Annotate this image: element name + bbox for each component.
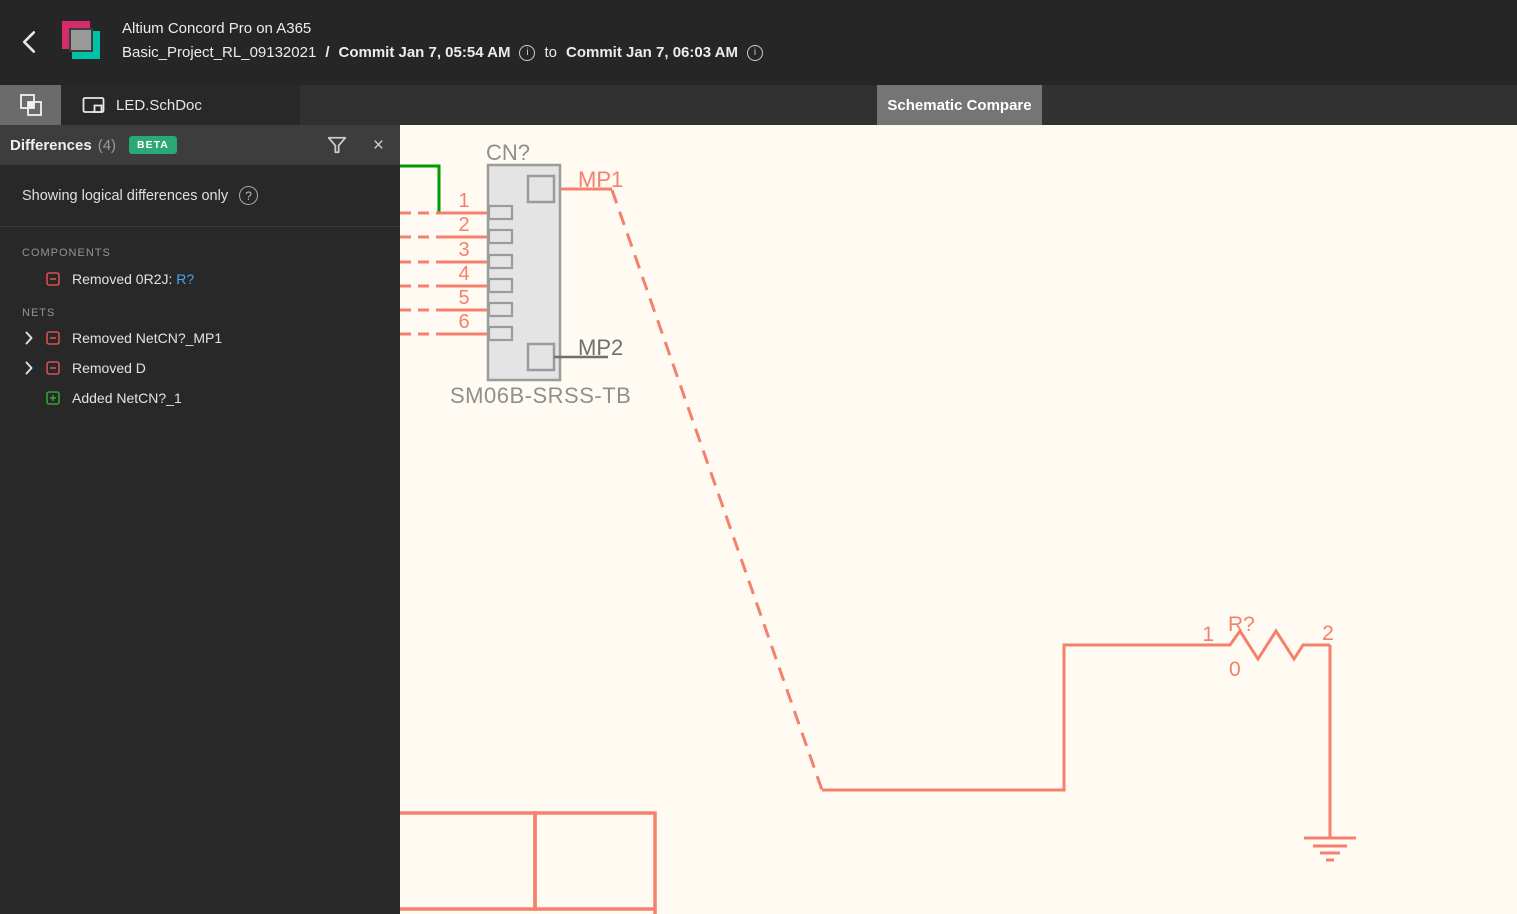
mp1-pad — [526, 174, 556, 204]
svg-text:1: 1 — [458, 190, 469, 212]
removed-icon — [46, 331, 60, 345]
differences-panel-header: Differences (4) BETA × — [0, 125, 400, 165]
beta-badge: BETA — [129, 136, 177, 154]
to-label: to — [544, 44, 557, 61]
diff-row-label: Removed 0R2J: R? — [72, 271, 195, 287]
mp1-label: MP1 — [578, 167, 623, 192]
connector-part-number: SM06B-SRSS-TB — [450, 383, 631, 408]
panel-title: Differences — [10, 136, 92, 154]
commit-to[interactable]: Commit Jan 7, 06:03 AM — [566, 44, 738, 61]
differences-panel: Differences (4) BETA × Showing logical d… — [0, 125, 400, 914]
svg-text:6: 6 — [458, 311, 469, 333]
diff-row-added-net[interactable]: Added NetCN?_1 — [0, 387, 400, 409]
mp2-pad — [526, 342, 556, 372]
removed-icon — [46, 361, 60, 375]
close-panel-button[interactable]: × — [373, 136, 384, 155]
diff-row-label: Removed D — [72, 360, 146, 376]
project-name[interactable]: Basic_Project_RL_09132021 — [122, 44, 316, 61]
top-header: Altium Concord Pro on A365 Basic_Project… — [0, 0, 1517, 85]
schematic-compare-window: CN? SM06B-SRSS-TB MP1 MP2 1 2 3 4 5 6 R?… — [0, 0, 1517, 914]
resistor-pin2-number: 2 — [1322, 622, 1334, 645]
svg-text:3: 3 — [458, 239, 469, 261]
schematic-compare-badge: Schematic Compare — [877, 85, 1042, 125]
resistor-value: 0 — [1229, 658, 1241, 681]
resistor-pin1-number: 1 — [1202, 623, 1214, 646]
connector-designator: CN? — [486, 140, 530, 165]
commit-to-info-icon[interactable]: i — [747, 44, 763, 61]
diff-row-removed-net-d[interactable]: Removed D — [0, 357, 400, 379]
components-section-header: COMPONENTS — [22, 247, 111, 259]
differences-count: (4) — [97, 136, 117, 154]
help-icon[interactable]: ? — [239, 186, 259, 205]
tab-led-schdoc[interactable]: LED.SchDoc — [61, 85, 300, 125]
mp2-label: MP2 — [578, 335, 623, 360]
filter-icon[interactable] — [327, 136, 347, 154]
commit-from-info-icon[interactable]: i — [519, 44, 536, 61]
schematic-doc-icon — [82, 96, 105, 113]
nets-section-header: NETS — [22, 307, 56, 319]
filter-status-text: Showing logical differences only — [22, 187, 229, 204]
expand-chevron-icon[interactable] — [22, 331, 36, 345]
logo-gray-square — [69, 28, 93, 52]
component-link[interactable]: R? — [176, 271, 194, 287]
diff-row-label: Removed NetCN?_MP1 — [72, 330, 223, 346]
svg-text:5: 5 — [458, 287, 469, 309]
diff-row-removed-component[interactable]: Removed 0R2J: R? — [0, 268, 400, 290]
compare-view-tab[interactable] — [0, 85, 61, 125]
commit-from[interactable]: Commit Jan 7, 05:54 AM — [338, 44, 510, 61]
diff-row-removed-net-mp1[interactable]: Removed NetCN?_MP1 — [0, 327, 400, 349]
svg-text:2: 2 — [458, 214, 469, 236]
altium-365-logo-icon — [62, 20, 104, 64]
expand-chevron-icon[interactable] — [22, 361, 36, 375]
added-icon — [46, 391, 60, 405]
app-title: Altium Concord Pro on A365 — [122, 20, 312, 37]
overlay-squares-icon — [19, 94, 42, 116]
removed-icon — [46, 272, 60, 286]
resistor-designator: R? — [1228, 613, 1255, 636]
diff-row-label: Added NetCN?_1 — [72, 390, 182, 406]
breadcrumb: Basic_Project_RL_09132021 / Commit Jan 7… — [122, 44, 763, 61]
filter-status-row: Showing logical differences only ? — [0, 165, 400, 227]
tab-label: LED.SchDoc — [116, 96, 202, 114]
document-tab-bar: LED.SchDoc Schematic Compare — [0, 85, 1517, 125]
path-separator: / — [325, 44, 330, 61]
svg-text:4: 4 — [458, 263, 469, 285]
back-button[interactable] — [18, 30, 40, 54]
